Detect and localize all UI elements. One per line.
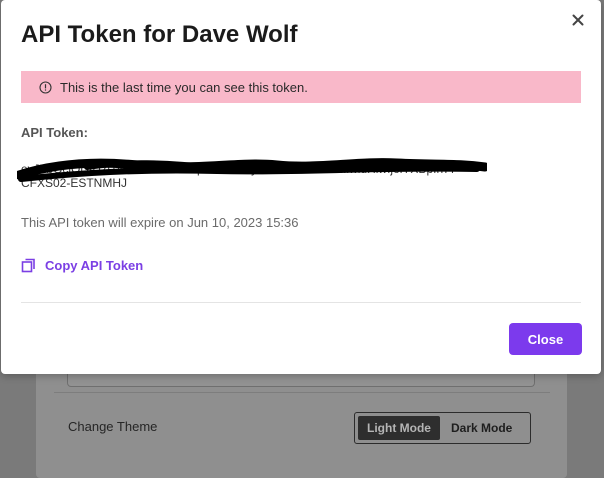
close-button[interactable]: Close: [509, 323, 582, 355]
api-token-modal: API Token for Dave Wolf This is the last…: [1, 0, 601, 374]
modal-footer-divider: [21, 302, 581, 303]
token-expiry-text: This API token will expire on Jun 10, 20…: [21, 215, 299, 230]
modal-title: API Token for Dave Wolf: [21, 21, 298, 48]
copy-icon: [21, 258, 36, 273]
warning-alert: This is the last time you can see this t…: [21, 71, 581, 103]
info-circle-icon: [39, 80, 52, 94]
settings-divider: [54, 392, 550, 393]
api-token-line-2: CFXS02-ESTNMHJ: [21, 176, 128, 190]
close-icon[interactable]: [568, 10, 588, 30]
dark-mode-button[interactable]: Dark Mode: [442, 416, 521, 440]
change-theme-label: Change Theme: [68, 419, 158, 434]
theme-toggle: Light Mode Dark Mode: [354, 412, 531, 444]
api-token-value: eyJhbGciOiJIUzI1NiIsInR5cCI6IkpXVCJ9.eyJ…: [21, 162, 481, 190]
alert-text: This is the last time you can see this t…: [60, 79, 308, 95]
light-mode-button[interactable]: Light Mode: [358, 416, 440, 440]
copy-api-token-link[interactable]: Copy API Token: [21, 258, 143, 273]
api-token-label: API Token:: [21, 125, 88, 140]
api-token-line-1: eyJhbGciOiJIUzI1NiIsInR5cCI6IkpXVCJ9.eyJ…: [21, 162, 457, 176]
copy-api-token-label: Copy API Token: [45, 258, 144, 273]
